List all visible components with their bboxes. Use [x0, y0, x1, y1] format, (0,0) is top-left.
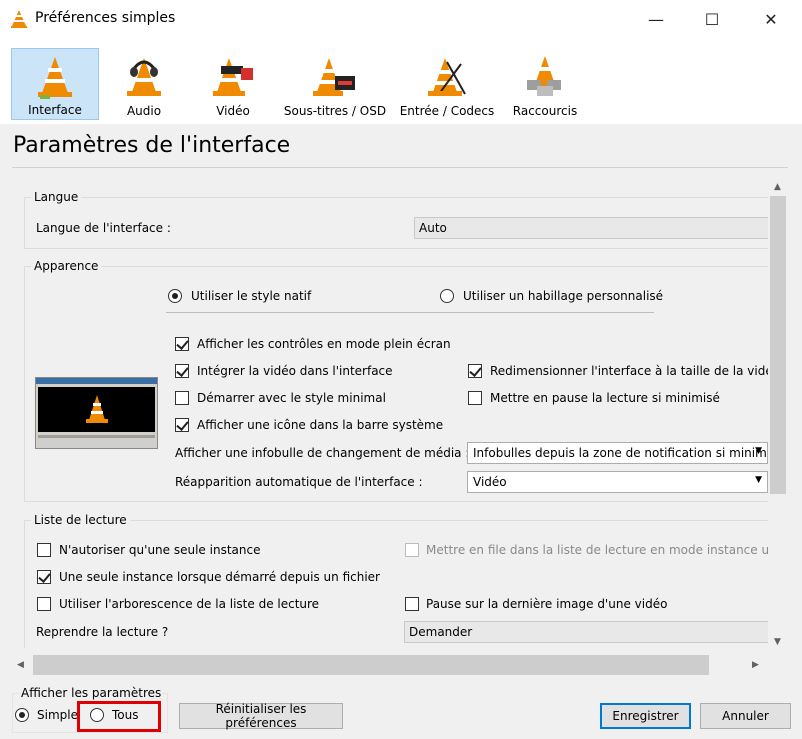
media-tooltip-label: Afficher une infobulle de changement de …	[175, 446, 470, 460]
resize-interface-checkbox[interactable]	[468, 364, 482, 378]
pause-last-frame-label: Pause sur la dernière image d'une vidéo	[426, 597, 668, 611]
group-label: Apparence	[31, 259, 102, 273]
vertical-scroll-thumb[interactable]	[770, 196, 786, 494]
scroll-down-icon[interactable]: ▼	[774, 637, 781, 647]
custom-skin-radio[interactable]	[440, 289, 454, 303]
simple-radio[interactable]	[15, 708, 29, 722]
audio-cone-icon	[127, 58, 161, 96]
divider	[166, 312, 654, 313]
one-instance-label: N'autoriser qu'une seule instance	[59, 543, 261, 557]
auto-raise-label: Réapparition automatique de l'interface …	[175, 475, 423, 489]
enqueue-label: Mettre en file dans la liste de lecture …	[426, 543, 768, 557]
one-instance-checkbox[interactable]	[37, 543, 51, 557]
auto-raise-select[interactable]: Vidéo ▼	[467, 471, 768, 493]
video-cone-icon	[213, 58, 253, 96]
playlist-tree-label: Utiliser l'arborescence de la liste de l…	[59, 597, 320, 611]
embed-video-label: Intégrer la vidéo dans l'interface	[197, 364, 393, 378]
native-style-label: Utiliser le style natif	[191, 289, 312, 303]
pause-minimized-label: Mettre en pause la lecture si minimisé	[490, 391, 720, 405]
scroll-up-icon[interactable]: ▲	[774, 182, 781, 192]
minimal-style-label: Démarrer avec le style minimal	[197, 391, 386, 405]
media-tooltip-select[interactable]: Infobulles depuis la zone de notificatio…	[467, 442, 768, 464]
systray-icon-checkbox[interactable]	[175, 418, 189, 432]
minimize-button[interactable]: —	[633, 0, 679, 38]
cancel-button[interactable]: Annuler	[700, 703, 791, 729]
highlight-box	[77, 701, 161, 732]
tab-label: Sous-titres / OSD	[283, 104, 387, 118]
chevron-down-icon: ▼	[755, 446, 762, 456]
chevron-down-icon: ▼	[755, 475, 762, 485]
close-button[interactable]: ✕	[748, 0, 794, 38]
enqueue-checkbox[interactable]	[405, 543, 419, 557]
tab-video[interactable]: Vidéo	[193, 48, 273, 120]
playlist-tree-checkbox[interactable]	[37, 597, 51, 611]
tab-audio[interactable]: Audio	[104, 48, 184, 120]
interface-preview-image	[35, 377, 158, 449]
media-tooltip-value: Infobulles depuis la zone de notificatio…	[473, 446, 767, 460]
codecs-cone-icon	[428, 58, 466, 96]
auto-raise-value: Vidéo	[473, 475, 507, 489]
resume-playback-select[interactable]: Demander	[404, 621, 770, 643]
native-style-radio[interactable]	[168, 289, 182, 303]
horizontal-scroll-thumb[interactable]	[33, 655, 709, 675]
language-label: Langue de l'interface :	[36, 221, 171, 235]
tab-hotkeys[interactable]: Raccourcis	[506, 48, 584, 120]
interface-cone-icon	[38, 57, 72, 99]
pause-last-frame-checkbox[interactable]	[405, 597, 419, 611]
save-button[interactable]: Enregistrer	[600, 703, 691, 729]
show-settings-label: Afficher les paramètres	[20, 686, 163, 700]
tab-interface[interactable]: Interface	[11, 48, 99, 120]
window-title: Préférences simples	[35, 10, 176, 26]
resume-playback-label: Reprendre la lecture ?	[36, 625, 169, 639]
fullscreen-controls-label: Afficher les contrôles en mode plein écr…	[197, 337, 451, 351]
section-title: Paramètres de l'interface	[13, 133, 291, 158]
tab-subtitles-osd[interactable]: Sous-titres / OSD	[282, 48, 388, 120]
simple-label: Simple	[37, 708, 78, 722]
preview-cone-icon	[86, 395, 108, 423]
tab-label: Raccourcis	[512, 104, 578, 118]
one-instance-file-checkbox[interactable]	[37, 570, 51, 584]
tab-label: Interface	[28, 103, 82, 117]
resize-interface-label: Redimensionner l'interface à la taille d…	[490, 364, 781, 378]
one-instance-file-label: Une seule instance lorsque démarré depui…	[59, 570, 380, 584]
subtitles-cone-icon	[313, 58, 355, 96]
systray-icon-label: Afficher une icône dans la barre système	[197, 418, 444, 432]
reset-preferences-button[interactable]: Réinitialiser les préférences	[179, 702, 343, 730]
fullscreen-controls-checkbox[interactable]	[175, 337, 189, 351]
divider	[12, 167, 788, 168]
vlc-logo-icon	[11, 10, 27, 28]
scroll-right-icon[interactable]: ▶	[752, 660, 759, 670]
scroll-left-icon[interactable]: ◀	[17, 660, 24, 670]
tab-label: Audio	[126, 104, 162, 118]
tab-label: Vidéo	[216, 104, 250, 118]
language-select[interactable]: Auto	[414, 217, 770, 239]
custom-skin-label: Utiliser un habillage personnalisé	[463, 289, 664, 303]
maximize-button[interactable]: ☐	[689, 0, 735, 38]
group-label: Liste de lecture	[31, 513, 130, 527]
hotkeys-cone-icon	[527, 56, 561, 96]
tab-label: Entrée / Codecs	[399, 104, 495, 118]
pause-minimized-checkbox[interactable]	[468, 391, 482, 405]
minimal-style-checkbox[interactable]	[175, 391, 189, 405]
group-label: Langue	[31, 190, 82, 204]
tab-input-codecs[interactable]: Entrée / Codecs	[396, 48, 498, 120]
embed-video-checkbox[interactable]	[175, 364, 189, 378]
